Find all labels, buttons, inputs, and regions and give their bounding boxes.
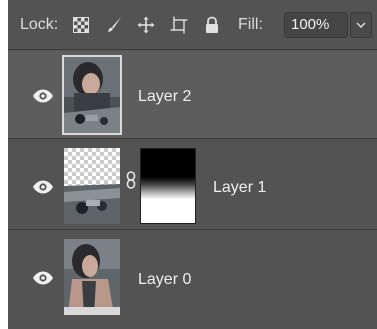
lock-position-icon[interactable]	[135, 14, 157, 36]
lock-transparent-pixels-icon[interactable]	[70, 14, 92, 36]
mask-link-chain-icon[interactable]	[125, 171, 137, 189]
fill-dropdown-button[interactable]	[350, 12, 372, 38]
layer-row-layer-0[interactable]: Layer 0	[8, 231, 377, 329]
fill-label: Fill:	[238, 16, 263, 33]
layers-panel: Lock: Fill: 100% Layer 2 Layer 1 Layer 0	[8, 0, 377, 329]
layer-thumbnail-layer-2[interactable]	[62, 55, 122, 135]
chevron-down-icon	[356, 22, 366, 28]
visibility-eye-icon[interactable]	[32, 271, 54, 285]
layer-thumbnail-layer-1[interactable]	[64, 148, 120, 224]
lock-toolbar: Lock: Fill: 100%	[8, 0, 377, 50]
layer-mask-thumbnail[interactable]	[140, 148, 196, 224]
layer-row-layer-2[interactable]: Layer 2	[8, 51, 377, 139]
layer-name[interactable]: Layer 0	[138, 271, 191, 289]
layer-thumbnail-layer-0[interactable]	[64, 239, 120, 315]
lock-artboard-icon[interactable]	[168, 14, 190, 36]
visibility-eye-icon[interactable]	[32, 180, 54, 194]
visibility-eye-icon[interactable]	[32, 89, 54, 103]
layer-name[interactable]: Layer 1	[213, 179, 266, 197]
layer-name[interactable]: Layer 2	[138, 88, 191, 106]
lock-label: Lock:	[20, 16, 59, 33]
layer-row-layer-1[interactable]: Layer 1	[8, 140, 377, 230]
fill-opacity-input[interactable]: 100%	[284, 12, 348, 38]
lock-image-pixels-icon[interactable]	[103, 14, 125, 36]
lock-all-icon[interactable]	[201, 14, 223, 36]
